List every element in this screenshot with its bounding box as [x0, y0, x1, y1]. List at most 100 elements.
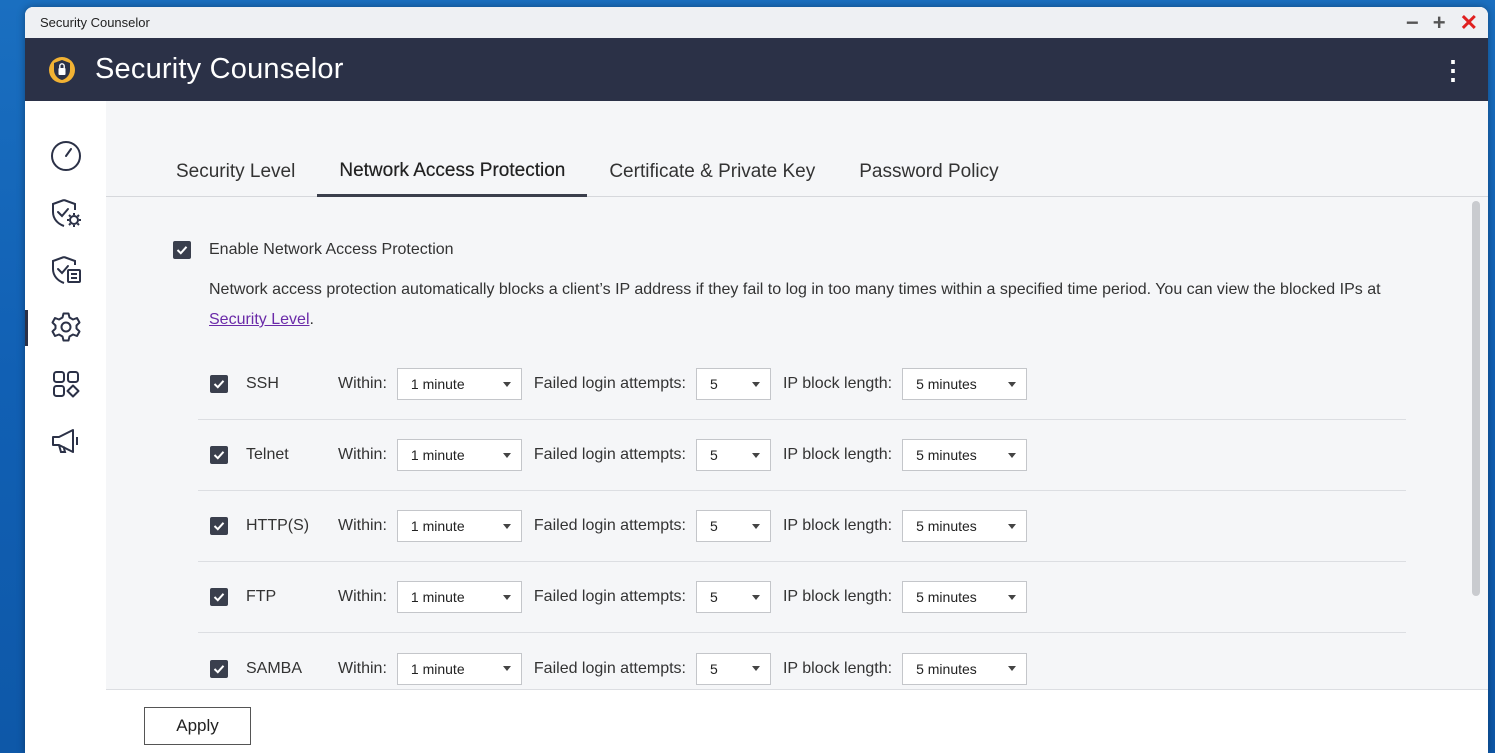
sidebar-item-apps[interactable] — [25, 355, 106, 412]
minimize-button[interactable]: − — [1406, 11, 1419, 33]
checkmark-icon — [213, 451, 225, 460]
description-end: . — [309, 311, 314, 328]
failed-attempts-select[interactable]: 5 — [695, 581, 771, 613]
service-checkbox-ssh[interactable] — [210, 375, 228, 393]
dropdown-arrow-icon — [502, 452, 511, 458]
within-label: Within: — [338, 659, 387, 677]
service-row-https: HTTP(S) Within: 1 minute Failed login at… — [198, 491, 1406, 562]
app-window: Security Counselor − + ✕ Security Counse… — [25, 7, 1488, 753]
dropdown-arrow-icon — [751, 523, 760, 529]
settings-gear-icon — [51, 312, 80, 341]
security-level-link[interactable]: Security Level — [209, 311, 310, 328]
sidebar-item-security-check[interactable] — [25, 184, 106, 241]
dropdown-arrow-icon — [751, 666, 760, 671]
within-label: Within: — [338, 517, 387, 534]
enable-protection-label: Enable Network Access Protection — [209, 241, 454, 258]
dropdown-arrow-icon — [1008, 452, 1017, 458]
service-name: SAMBA — [246, 659, 303, 677]
window-title: Security Counselor — [40, 15, 150, 30]
block-length-select[interactable]: 5 minutes — [902, 439, 1028, 471]
failed-attempts-select[interactable]: 5 — [695, 510, 771, 542]
block-length-select[interactable]: 5 minutes — [902, 368, 1028, 400]
apply-button[interactable]: Apply — [144, 707, 251, 745]
checkmark-icon — [176, 246, 188, 255]
failed-attempts-label: Failed login attempts: — [533, 517, 686, 534]
dropdown-arrow-icon — [1008, 666, 1017, 671]
block-length-label: IP block length: — [782, 375, 893, 392]
megaphone-icon — [51, 428, 78, 453]
block-length-select[interactable]: 5 minutes — [902, 581, 1028, 613]
service-checkbox-telnet[interactable] — [210, 446, 228, 464]
block-length-select[interactable]: 5 minutes — [902, 510, 1028, 542]
tab-bar: Security Level Network Access Protection… — [106, 101, 1488, 197]
checkmark-icon — [213, 664, 225, 674]
sidebar-item-settings[interactable] — [25, 298, 106, 355]
failed-attempts-label: Failed login attempts: — [533, 659, 686, 677]
scrollbar-thumb[interactable] — [1472, 201, 1480, 596]
close-button[interactable]: ✕ — [1460, 11, 1478, 33]
sidebar-item-overview[interactable] — [25, 127, 106, 184]
protection-description: Network access protection automatically … — [209, 275, 1409, 335]
dropdown-arrow-icon — [1008, 381, 1017, 387]
within-select[interactable]: 1 minute — [396, 510, 522, 542]
security-counselor-logo-icon — [49, 56, 75, 83]
tab-security-level[interactable]: Security Level — [154, 161, 317, 197]
failed-attempts-select[interactable]: 5 — [695, 368, 771, 400]
window-controls: − + ✕ — [1406, 11, 1478, 33]
within-select[interactable]: 1 minute — [396, 439, 522, 471]
within-select[interactable]: 1 minute — [396, 652, 522, 685]
service-row-ssh: SSH Within: 1 minute Failed login attemp… — [198, 349, 1406, 420]
service-checkbox-ftp[interactable] — [210, 588, 228, 606]
block-length-label: IP block length: — [782, 446, 893, 463]
nap-settings: Enable Network Access Protection Network… — [106, 198, 1476, 689]
tab-certificate-private-key[interactable]: Certificate & Private Key — [587, 161, 837, 197]
service-name: HTTP(S) — [246, 517, 310, 534]
service-row-ftp: FTP Within: 1 minute Failed login attemp… — [198, 562, 1406, 633]
gauge-icon — [50, 140, 81, 171]
block-length-select[interactable]: 5 minutes — [902, 652, 1028, 685]
failed-attempts-label: Failed login attempts: — [533, 375, 686, 392]
service-list: SSH Within: 1 minute Failed login attemp… — [198, 349, 1406, 704]
checkmark-icon — [213, 522, 225, 531]
maximize-button[interactable]: + — [1433, 11, 1446, 33]
dropdown-arrow-icon — [1008, 523, 1017, 529]
checkmark-icon — [213, 593, 225, 602]
failed-attempts-select[interactable]: 5 — [695, 439, 771, 471]
more-menu-icon[interactable]: ⋮ — [1440, 57, 1466, 83]
sidebar-item-announcements[interactable] — [25, 412, 106, 469]
block-length-label: IP block length: — [782, 588, 893, 605]
shield-list-icon — [51, 255, 81, 284]
block-length-label: IP block length: — [782, 517, 893, 534]
failed-attempts-label: Failed login attempts: — [533, 446, 686, 463]
app-title: Security Counselor — [95, 53, 344, 85]
within-label: Within: — [338, 375, 387, 392]
dropdown-arrow-icon — [751, 452, 760, 458]
failed-attempts-label: Failed login attempts: — [533, 588, 686, 605]
tab-password-policy[interactable]: Password Policy — [837, 161, 1020, 197]
within-label: Within: — [338, 588, 387, 605]
block-length-label: IP block length: — [782, 659, 893, 677]
service-checkbox-samba[interactable] — [210, 659, 228, 678]
within-select[interactable]: 1 minute — [396, 581, 522, 613]
failed-attempts-select[interactable]: 5 — [695, 652, 771, 685]
service-name: FTP — [246, 588, 277, 605]
dropdown-arrow-icon — [751, 594, 760, 600]
service-checkbox-https[interactable] — [210, 517, 228, 535]
service-name: Telnet — [246, 446, 289, 463]
dropdown-arrow-icon — [502, 523, 511, 529]
service-name: SSH — [246, 375, 279, 392]
sidebar-item-security-report[interactable] — [25, 241, 106, 298]
shield-gear-icon — [51, 198, 81, 227]
enable-protection-row: Enable Network Access Protection — [173, 241, 1476, 259]
content-scrollbar[interactable] — [1472, 201, 1480, 596]
main-panel: Security Level Network Access Protection… — [106, 101, 1488, 753]
apps-grid-icon — [52, 370, 79, 397]
app-header: Security Counselor ⋮ — [25, 38, 1488, 101]
dropdown-arrow-icon — [502, 666, 511, 671]
dropdown-arrow-icon — [502, 594, 511, 600]
enable-protection-checkbox[interactable] — [173, 241, 191, 259]
within-select[interactable]: 1 minute — [396, 368, 522, 400]
footer-bar: Apply — [106, 689, 1488, 753]
dropdown-arrow-icon — [502, 381, 511, 387]
tab-network-access-protection[interactable]: Network Access Protection — [317, 160, 588, 197]
